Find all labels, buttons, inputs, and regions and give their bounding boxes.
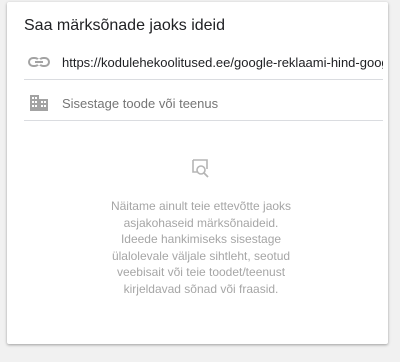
empty-state-line: ülalolevale väljale sihtleht, seotud [111,248,291,263]
empty-state-line: Näitame ainult teie ettevõtte jaoks [110,199,292,213]
link-icon [28,57,50,67]
url-field[interactable] [24,46,383,80]
empty-state-line: Ideede hankimiseks sisestage [120,232,282,246]
product-field[interactable] [24,87,383,121]
panel-title: Saa märksõnade jaoks ideid [24,17,226,34]
product-input[interactable] [62,96,383,111]
keyword-ideas-panel: Saa märksõnade jaoks ideid https://kodul… [7,2,388,344]
building-icon [30,95,48,111]
empty-state-line: asjakohaseid märksõnaideid. [123,215,279,230]
empty-state-line: kirjeldavad sõnad või fraasid. [123,281,279,296]
empty-state-line: veebisait või teie toodet/teenust [116,265,286,279]
empty-state-message: Näitame ainult teie ettevõtte jaoks asja… [87,198,315,297]
url-input[interactable] [62,55,383,70]
search-document-icon [192,159,209,178]
